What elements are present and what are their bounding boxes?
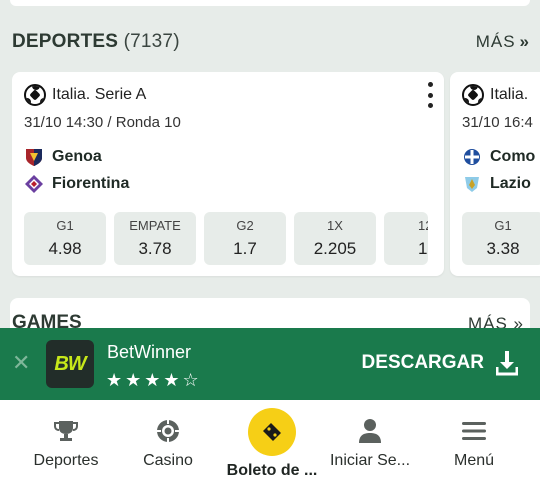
odd-value: 3.78 [138,239,172,258]
nav-label: Deportes [33,452,99,469]
download-label: DESCARGAR [361,352,484,373]
genoa-crest-icon [26,149,42,166]
team-home-name: Como [490,148,536,165]
odd-value: 1.7 [233,239,257,258]
close-icon[interactable]: ✕ [12,352,30,374]
user-icon [359,419,381,443]
team-home: Genoa [24,147,102,167]
nav-label: Boleto de ... [226,462,318,479]
nav-item-deportes[interactable]: Deportes [16,418,116,470]
sports-event-count: (7137) [123,31,180,52]
rating-stars: ★★★★☆ [106,370,202,390]
event-league: Italia. Serie A [24,84,146,106]
event-card[interactable]: Italia. 31/10 16:4 Como Lazio G1 3.38 [450,72,540,276]
odd-label: G1 [494,218,512,233]
soccer-ball-icon [462,84,484,106]
lazio-crest-icon [465,177,479,192]
odd-button-g2[interactable]: G2 1.7 [204,212,286,265]
como-crest-icon [464,149,480,165]
odd-button-empate[interactable]: EMPATE 3.78 [114,212,196,265]
event-datetime: 31/10 16:4 [462,114,533,131]
betwinner-logo: BW [46,340,94,388]
event-datetime: 31/10 14:30 / Ronda 10 [24,114,181,131]
team-away-name: Fiorentina [52,175,130,192]
bottom-navigation: Deportes Casino Boleto de ... Iniciar Se… [0,400,540,486]
nav-label: Menú [453,452,495,469]
event-league: Italia. [462,84,528,106]
previous-card-edge [10,0,530,6]
nav-item-boleto[interactable]: Boleto de ... [222,408,322,480]
team-home: Como [462,147,535,167]
odd-button-g1[interactable]: G1 3.38 [462,212,540,265]
odd-value: 4.98 [48,239,82,258]
odd-label: EMPATE [129,218,181,233]
odds-row: G1 3.38 [462,212,540,265]
sports-more-label: MÁS [475,32,516,51]
odd-button-g1[interactable]: G1 4.98 [24,212,106,265]
team-home-name: Genoa [52,148,102,165]
league-name: Italia. Serie A [52,86,147,103]
download-button[interactable]: DESCARGAR [362,350,518,376]
odd-value: 1.2 [418,239,428,258]
odd-label: G1 [56,218,74,233]
double-chevron-right-icon: » [519,32,530,51]
odd-label: 1X [327,218,343,233]
odd-label: 12 [418,218,428,233]
team-away: Lazio [462,174,531,194]
app-download-banner: ✕ BW BetWinner ★★★★☆ DESCARGAR [0,328,540,400]
odd-label: G2 [236,218,254,233]
odd-value: 2.205 [313,239,357,258]
odd-button-12[interactable]: 12 1.2 [384,212,428,265]
casino-chip-icon [157,420,179,442]
trophy-icon [54,421,78,441]
odd-value: 3.38 [486,239,520,258]
team-away-name: Lazio [490,175,531,192]
odds-row: G1 4.98 EMPATE 3.78 G2 1.7 1X 2.205 12 1… [24,212,428,265]
nav-item-casino[interactable]: Casino [118,418,218,470]
sports-section-header: DEPORTES (7137) MÁS » [12,28,530,56]
event-carousel[interactable]: Italia. Serie A 31/10 14:30 / Ronda 10 G… [12,72,540,278]
download-icon [496,351,518,376]
sports-section-title: DEPORTES (7137) [12,31,180,53]
fiorentina-crest-icon [25,175,43,193]
menu-icon [462,422,486,440]
soccer-ball-icon [24,84,46,106]
brand-name: BetWinner [107,342,192,362]
event-card[interactable]: Italia. Serie A 31/10 14:30 / Ronda 10 G… [12,72,444,276]
ticket-icon [263,423,281,441]
nav-label: Casino [143,452,193,469]
team-away: Fiorentina [24,174,129,194]
sports-more-link[interactable]: MÁS » [475,32,530,52]
nav-item-menu[interactable]: Menú [424,418,524,470]
nav-item-login[interactable]: Iniciar Se... [320,418,420,470]
coupon-button[interactable] [248,408,296,456]
nav-label: Iniciar Se... [329,452,411,469]
league-name: Italia. [490,86,529,103]
sports-title-text: DEPORTES [12,31,119,52]
more-options-icon[interactable] [426,82,434,108]
logo-text: BW [54,352,86,375]
odd-button-1x[interactable]: 1X 2.205 [294,212,376,265]
